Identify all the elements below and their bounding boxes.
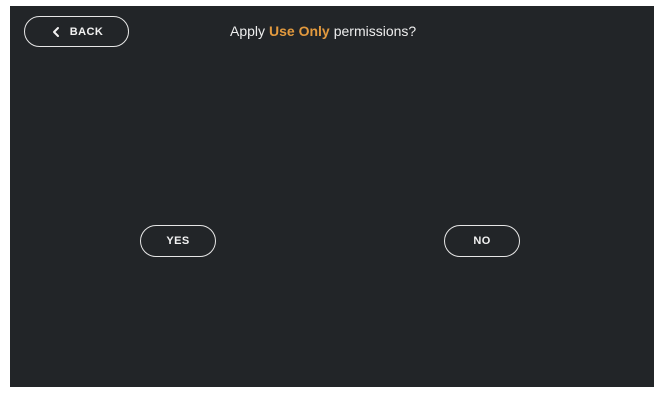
- yes-button-label: YES: [166, 235, 190, 247]
- back-button[interactable]: BACK: [24, 16, 129, 47]
- back-button-label: BACK: [69, 25, 104, 38]
- page-title: Apply Use Only permissions?: [230, 20, 416, 42]
- title-highlight: Use Only: [269, 23, 330, 39]
- title-suffix: permissions?: [333, 23, 417, 39]
- no-button[interactable]: NO: [444, 225, 520, 257]
- chevron-left-icon: [52, 26, 59, 37]
- no-button-label: NO: [473, 235, 491, 247]
- permission-dialog-screen: BACK Apply Use Only permissions? YES NO: [10, 6, 654, 387]
- title-prefix: Apply: [230, 23, 266, 39]
- yes-button[interactable]: YES: [140, 225, 216, 257]
